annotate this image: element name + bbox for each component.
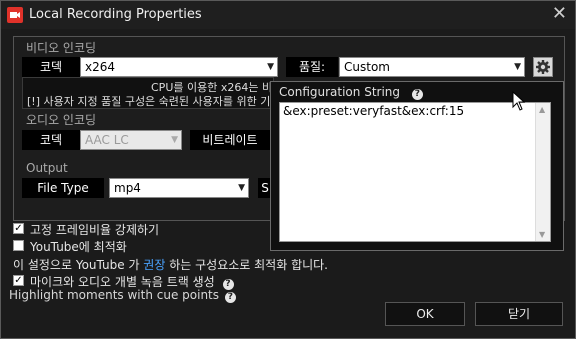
app-logo-icon <box>7 7 23 23</box>
config-string-value: &ex:preset:veryfast&ex:crf:15 <box>283 104 465 118</box>
youtube-recommend-link[interactable]: 권장 <box>143 258 165 272</box>
quality-value: Custom <box>344 60 390 74</box>
config-popup-title-text: Configuration String <box>279 85 401 99</box>
help-icon[interactable]: ? <box>224 292 236 303</box>
file-type-value: mp4 <box>114 181 141 195</box>
audio-codec-value: AAC LC <box>85 133 129 147</box>
fixed-framerate-checkbox[interactable]: ✓ <box>13 223 24 234</box>
settings-gear-button[interactable] <box>533 57 553 77</box>
config-string-textarea[interactable]: &ex:preset:veryfast&ex:crf:15 ▲ ▼ <box>279 102 551 242</box>
chevron-down-icon: ▼ <box>514 62 521 72</box>
codec-info-line-2: [!] 사용자 지정 품질 구성은 숙련된 사용자를 위한 기 <box>27 95 271 108</box>
file-type-select[interactable]: mp4 ▼ <box>109 178 249 198</box>
quality-select[interactable]: Custom ▼ <box>339 57 525 77</box>
chevron-down-icon: ▼ <box>238 183 245 193</box>
bitrate-label: 비트레이트 <box>190 130 270 150</box>
chevron-down-icon: ▼ <box>171 135 178 145</box>
youtube-note: 이 설정으로 YouTube 가 권장 하는 구성요소로 최적화 합니다. <box>13 256 328 273</box>
close-icon[interactable]: ✕ <box>552 4 567 24</box>
video-codec-label: 코덱 <box>22 57 80 77</box>
youtube-optimize-label: YouTube에 최적화 <box>30 240 127 254</box>
highlight-label: Highlight moments with cue points <box>9 288 219 302</box>
ok-button[interactable]: OK <box>385 302 465 326</box>
audio-encoding-heading: 오디오 인코딩 <box>26 113 97 127</box>
quality-label: 품질: <box>286 57 338 77</box>
mouse-cursor-icon <box>512 91 526 111</box>
scroll-up-icon[interactable]: ▲ <box>539 105 545 114</box>
title-bar: Local Recording Properties ✕ <box>1 1 575 29</box>
highlight-cue-points: Highlight moments with cue points ? <box>9 288 236 303</box>
youtube-optimize-option[interactable]: YouTube에 최적화 <box>13 238 313 254</box>
codec-info-box: CPU를 이용한 x264는 비 [!] 사용자 지정 품질 구성은 숙련된 사… <box>22 77 274 109</box>
scroll-down-icon[interactable]: ▼ <box>539 230 545 239</box>
close-button[interactable]: 닫기 <box>475 302 563 326</box>
config-popup-title: Configuration String ? <box>279 85 423 100</box>
youtube-optimize-checkbox[interactable] <box>13 240 24 251</box>
help-icon[interactable]: ? <box>411 89 423 100</box>
properties-window: Local Recording Properties ✕ 비디오 인코딩 코덱 … <box>0 0 576 339</box>
config-scrollbar[interactable]: ▲ ▼ <box>535 103 550 241</box>
file-type-label: File Type <box>22 178 104 198</box>
separate-tracks-option[interactable]: ✓ 마이크와 오디오 개별 녹음 트랙 생성 ? <box>13 273 313 290</box>
output-heading: Output <box>26 161 68 175</box>
fixed-framerate-label: 고정 프레임비율 강제하기 <box>30 223 160 237</box>
video-codec-select[interactable]: x264 ▼ <box>80 57 278 77</box>
separate-tracks-checkbox[interactable]: ✓ <box>13 275 24 286</box>
gear-icon <box>536 60 550 74</box>
video-codec-value: x264 <box>85 60 116 74</box>
fixed-framerate-option[interactable]: ✓ 고정 프레임비율 강제하기 <box>13 221 313 237</box>
video-encoding-heading: 비디오 인코딩 <box>26 41 97 55</box>
audio-codec-label: 코덱 <box>22 130 80 150</box>
separate-tracks-label-text: 마이크와 오디오 개별 녹음 트랙 생성 <box>30 275 215 289</box>
window-title: Local Recording Properties <box>29 7 202 22</box>
youtube-note-before: 이 설정으로 YouTube 가 <box>13 258 144 272</box>
chevron-down-icon: ▼ <box>267 62 274 72</box>
youtube-note-after: 하는 구성요소로 최적화 합니다. <box>169 258 328 272</box>
audio-codec-select[interactable]: AAC LC ▼ <box>80 130 182 150</box>
